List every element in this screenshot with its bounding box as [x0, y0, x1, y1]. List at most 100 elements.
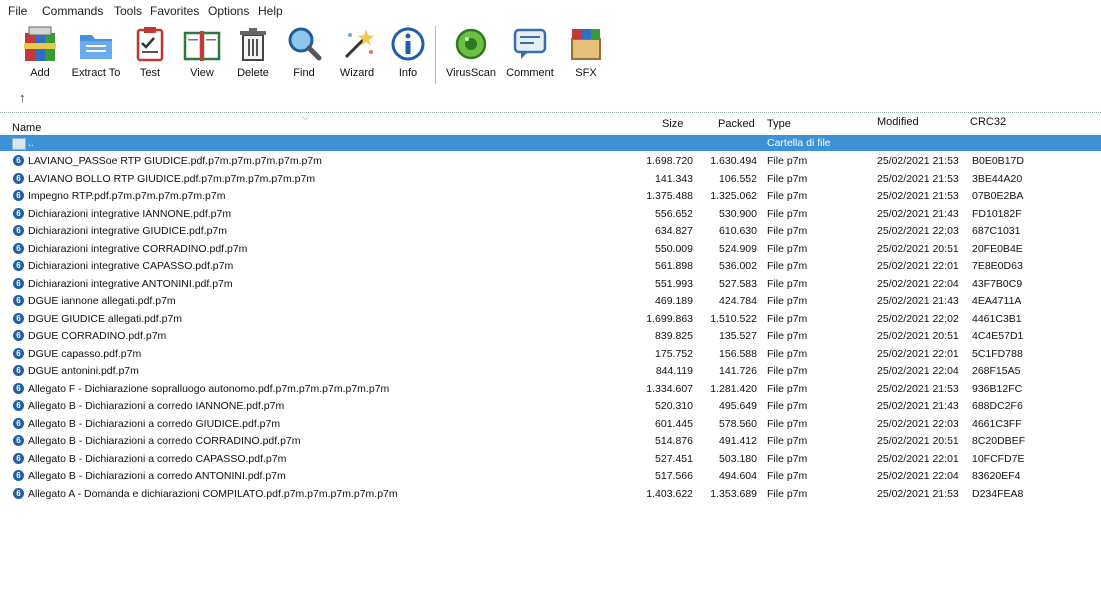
parent-folder-row[interactable]: .. Cartella di file: [0, 135, 1101, 151]
file-type: File p7m: [767, 277, 808, 290]
extract-to-button[interactable]: Extract To: [72, 22, 120, 84]
file-row[interactable]: 6 Dichiarazioni integrative IANNONE.pdf.p…: [0, 206, 1101, 222]
file-type: File p7m: [767, 347, 808, 360]
file-packed: 536.002: [719, 260, 757, 272]
column-packed[interactable]: Packed: [718, 117, 755, 131]
sfx-label: SFX: [575, 67, 597, 79]
column-size[interactable]: Size: [662, 117, 683, 131]
file-type: File p7m: [767, 225, 808, 237]
file-row[interactable]: 6 Allegato B - Dichiarazioni a corredo GI…: [0, 416, 1101, 432]
file-row[interactable]: 6 Dichiarazioni integrative ANTONINI.pdf.…: [0, 276, 1101, 292]
file-type: File p7m: [767, 190, 808, 202]
file-row[interactable]: 6 Allegato B - Dichiarazioni a corredo AN…: [0, 468, 1101, 484]
file-row[interactable]: 6 DGUE capasso.pdf.p7m 175.752 156.588 File …: [0, 346, 1101, 362]
file-packed: 106.552: [719, 172, 757, 185]
virusscan-button[interactable]: VirusScan: [446, 22, 496, 84]
file-row[interactable]: 6 Allegato F - Dichiarazione sopralluogo …: [0, 381, 1101, 397]
info-button[interactable]: Info: [390, 22, 426, 84]
file-crc32: 4461C3B1: [972, 312, 1022, 325]
file-name: DGUE capasso.pdf.p7m: [28, 347, 142, 360]
file-size: 1.334.607: [646, 382, 693, 395]
info-label: Info: [398, 67, 418, 79]
menu-help[interactable]: Help: [258, 4, 283, 18]
test-clipboard-icon: [136, 27, 164, 62]
file-row[interactable]: 6 Allegato B - Dichiarazioni a corredo CA…: [0, 451, 1101, 467]
file-row[interactable]: 6 Dichiarazioni integrative GIUDICE.pdf.p…: [0, 223, 1101, 239]
file-modified: 25/02/2021 22:04: [877, 365, 959, 377]
file-row[interactable]: 6 Allegato A - Domanda e dichiarazioni CO…: [0, 486, 1101, 502]
column-name[interactable]: Name: [12, 121, 41, 135]
menu-options[interactable]: Options: [208, 4, 249, 18]
view-button[interactable]: View: [182, 22, 222, 84]
parent-folder-name: ..: [28, 137, 34, 149]
file-row[interactable]: 6 LAVIANO_PASSoe RTP GIUDICE.pdf.p7m.p7m.…: [0, 153, 1101, 169]
file-size: 839.825: [655, 330, 693, 342]
virusscan-label: VirusScan: [446, 67, 496, 79]
wizard-button[interactable]: Wizard: [337, 22, 377, 84]
sfx-button[interactable]: SFX: [566, 22, 606, 84]
up-folder-button[interactable]: ↑: [19, 90, 26, 105]
file-name: Impegno RTP.pdf.p7m.p7m.p7m.p7m.p7m: [28, 190, 226, 202]
file-size: 527.451: [655, 452, 693, 465]
file-name: DGUE antonini.pdf.p7m: [28, 365, 139, 377]
info-icon: [391, 27, 425, 61]
comment-label: Comment: [506, 67, 554, 79]
comment-button[interactable]: Comment: [506, 22, 554, 84]
menu-tools[interactable]: Tools: [114, 4, 142, 18]
file-row[interactable]: 6 DGUE iannone allegati.pdf.p7m 469.189 424…: [0, 293, 1101, 309]
file-size: 175.752: [655, 347, 693, 360]
file-modified: 25/02/2021 21:43: [877, 207, 959, 220]
file-modified: 25/02/2021 22:01: [877, 347, 959, 360]
file-packed: 491.412: [719, 435, 757, 447]
file-row[interactable]: 6 DGUE GIUDICE allegati.pdf.p7m 1.699.863 1…: [0, 311, 1101, 327]
delete-button[interactable]: Delete: [234, 22, 272, 84]
menu-favorites[interactable]: Favorites: [150, 4, 199, 18]
file-packed: 141.726: [719, 365, 757, 377]
menu-file[interactable]: File: [8, 4, 27, 18]
file-row[interactable]: 6 Allegato B - Dichiarazioni a corredo CO…: [0, 433, 1101, 449]
file-row[interactable]: 6 Impegno RTP.pdf.p7m.p7m.p7m.p7m.p7m 1.37…: [0, 188, 1101, 204]
sort-caret-icon: ⌵: [302, 112, 309, 122]
file-name: LAVIANO BOLLO RTP GIUDICE.pdf.p7m.p7m.p7…: [28, 172, 316, 185]
column-crc32[interactable]: CRC32: [970, 115, 1006, 129]
add-archive-icon: [24, 26, 56, 61]
file-modified: 25/02/2021 20:51: [877, 330, 959, 342]
file-size: 556.652: [655, 207, 693, 220]
file-name: Dichiarazioni integrative GIUDICE.pdf.p7…: [28, 225, 227, 237]
p7m-file-icon: 6: [13, 155, 24, 166]
file-row[interactable]: 6 DGUE antonini.pdf.p7m 844.119 141.726 File…: [0, 363, 1101, 379]
file-modified: 25/02/2021 22:01: [877, 260, 959, 272]
menu-commands[interactable]: Commands: [42, 4, 103, 18]
file-size: 550.009: [655, 242, 693, 255]
file-crc32: 688DC2F6: [972, 400, 1023, 412]
file-packed: 524.909: [719, 242, 757, 255]
file-name: Allegato A - Domanda e dichiarazioni COM…: [28, 487, 398, 500]
test-button[interactable]: Test: [132, 22, 168, 84]
file-crc32: 4EA4711A: [972, 295, 1022, 307]
view-label: View: [190, 67, 214, 79]
column-type[interactable]: Type: [767, 117, 791, 131]
file-crc32: 83620EF4: [972, 470, 1021, 482]
file-row[interactable]: 6 Allegato B - Dichiarazioni a corredo IA…: [0, 398, 1101, 414]
file-size: 520.310: [655, 400, 693, 412]
file-row[interactable]: 6 Dichiarazioni integrative CAPASSO.pdf.p…: [0, 258, 1101, 274]
file-name: DGUE GIUDICE allegati.pdf.p7m: [28, 312, 183, 325]
file-packed: 1.353.689: [710, 487, 757, 500]
p7m-file-icon: 6: [13, 190, 24, 201]
comment-icon: [513, 28, 547, 59]
file-row[interactable]: 6 DGUE CORRADINO.pdf.p7m 839.825 135.527 Fil…: [0, 328, 1101, 344]
column-modified[interactable]: Modified: [877, 115, 919, 129]
file-packed: 1.630.494: [710, 155, 757, 167]
p7m-file-icon: 6: [13, 295, 24, 306]
find-button[interactable]: Find: [286, 22, 322, 84]
view-book-icon: [183, 31, 221, 61]
file-size: 1.403.622: [646, 487, 693, 500]
add-label: Add: [30, 67, 50, 79]
file-packed: 424.784: [719, 295, 757, 307]
file-type: File p7m: [767, 260, 808, 272]
file-row[interactable]: 6 LAVIANO BOLLO RTP GIUDICE.pdf.p7m.p7m.p…: [0, 171, 1101, 187]
file-row[interactable]: 6 Dichiarazioni integrative CORRADINO.pdf…: [0, 241, 1101, 257]
add-button[interactable]: Add: [20, 22, 60, 84]
file-modified: 25/02/2021 21:53: [877, 382, 959, 395]
file-modified: 25/02/2021 21:53: [877, 487, 959, 500]
